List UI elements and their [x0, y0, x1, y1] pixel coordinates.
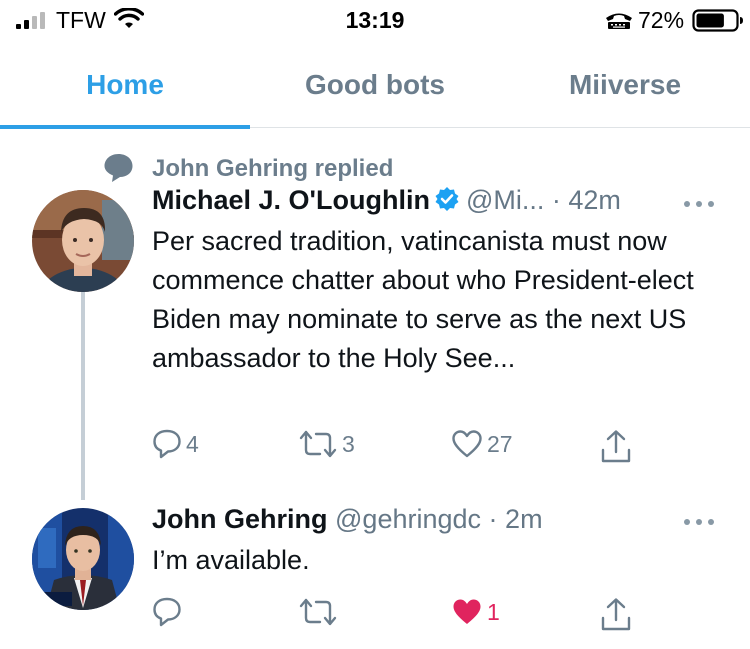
battery-percent: 72%: [638, 7, 685, 33]
like-button[interactable]: 27: [451, 428, 513, 460]
cellular-signal-icon: [16, 12, 45, 29]
status-bar: TFW 13:19 72%: [0, 0, 750, 42]
carrier-name: TFW: [56, 7, 106, 33]
tweet-text: I’m available.: [152, 545, 310, 575]
reply-button[interactable]: [152, 596, 186, 628]
retweet-button[interactable]: [298, 596, 342, 628]
share-button[interactable]: [600, 428, 632, 464]
avatar[interactable]: [32, 508, 134, 610]
share-button[interactable]: [600, 596, 632, 632]
like-count: 27: [487, 430, 513, 457]
avatar[interactable]: [32, 190, 134, 292]
heart-filled-icon: [453, 599, 481, 624]
author-name[interactable]: Michael J. O'Loughlin: [152, 185, 430, 215]
retweet-icon: [299, 430, 337, 458]
author-handle[interactable]: @Mi...: [466, 185, 544, 215]
timeline-tabs: Home Good bots Miiverse: [0, 42, 750, 129]
like-count: 1: [487, 598, 500, 625]
like-button[interactable]: 1: [451, 596, 500, 628]
reply-count: 4: [186, 430, 199, 457]
share-icon: [601, 598, 631, 631]
battery-icon: [692, 9, 743, 32]
thread-connector-line: [81, 292, 85, 500]
status-time: 13:19: [345, 7, 405, 33]
tab-good-bots[interactable]: Good bots: [250, 42, 500, 128]
tweet-time[interactable]: 42m: [568, 185, 621, 215]
reply-context: John Gehring replied: [152, 155, 394, 182]
author-name[interactable]: John Gehring: [152, 504, 328, 534]
retweet-button[interactable]: 3: [298, 428, 355, 460]
share-icon: [601, 430, 631, 463]
avatar-photo-john: [32, 508, 134, 610]
wifi-icon: [114, 8, 144, 28]
heart-outline-icon: [452, 430, 482, 458]
retweet-count: 3: [342, 430, 355, 457]
more-options-icon[interactable]: [682, 517, 716, 527]
tweet-header: John Gehring @gehringdc · 2m: [152, 504, 543, 535]
tweet-header: Michael J. O'Loughlin @Mi... · 42m: [152, 185, 621, 216]
tweet-text: Per sacred tradition, vatincanista must …: [152, 226, 694, 373]
tweet-time[interactable]: 2m: [505, 504, 543, 534]
tab-home[interactable]: Home: [0, 42, 250, 128]
separator-dot: ·: [488, 504, 498, 534]
verified-badge-icon: [435, 187, 459, 211]
reply-icon: [153, 429, 181, 459]
tab-miiverse[interactable]: Miiverse: [500, 42, 750, 128]
more-options-icon[interactable]: [682, 199, 716, 209]
speech-bubble-icon: [104, 154, 133, 182]
retweet-icon: [299, 598, 337, 626]
avatar-photo-michael: [32, 190, 134, 292]
active-tab-indicator: [0, 125, 250, 129]
separator-dot: ·: [551, 185, 561, 215]
author-handle[interactable]: @gehringdc: [335, 504, 481, 534]
reply-button[interactable]: 4: [152, 428, 199, 460]
reply-icon: [153, 597, 181, 627]
tty-icon: [606, 13, 632, 29]
